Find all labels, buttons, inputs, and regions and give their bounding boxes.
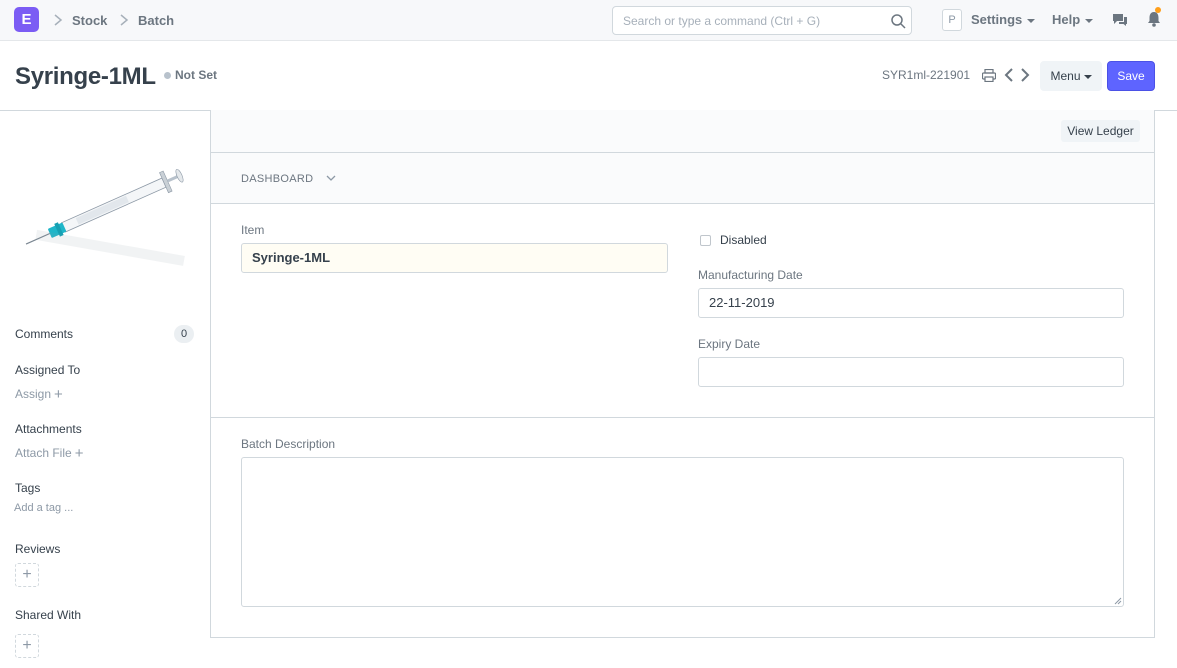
caret-down-icon — [1027, 18, 1036, 23]
expiry-date-label: Expiry Date — [698, 337, 761, 351]
plus-icon: + — [22, 566, 32, 583]
expiry-date-field[interactable] — [698, 357, 1124, 387]
item-field-label: Item — [241, 223, 265, 237]
disabled-checkbox[interactable] — [700, 235, 711, 246]
page-title: Syringe-1ML — [15, 63, 156, 90]
help-label: Help — [1052, 12, 1081, 27]
plus-icon: + — [22, 637, 32, 654]
chevron-down-icon — [326, 175, 336, 181]
form-layout: View Ledger DASHBOARD Item Syringe-1ML D… — [210, 110, 1155, 638]
form-dashboard-header: View Ledger — [211, 110, 1154, 153]
attach-file-label: Attach File — [15, 446, 72, 460]
assign-link[interactable]: Assign + — [15, 386, 63, 403]
notification-dot — [1155, 7, 1161, 13]
menu-label: Menu — [1050, 69, 1081, 83]
dashboard-section-toggle[interactable]: DASHBOARD — [211, 153, 1154, 204]
search-placeholder: Search or type a command (Ctrl + G) — [623, 14, 821, 28]
plus-icon: + — [54, 386, 63, 403]
search-input[interactable]: Search or type a command (Ctrl + G) — [612, 6, 912, 35]
manufacturing-date-field[interactable]: 22-11-2019 — [698, 288, 1124, 318]
search-icon — [891, 14, 906, 29]
dashboard-label: DASHBOARD — [241, 173, 314, 185]
chevron-right-icon — [120, 14, 129, 26]
print-icon[interactable] — [982, 69, 996, 82]
caret-down-icon — [1083, 74, 1092, 79]
comments-count-badge: 0 — [174, 325, 194, 343]
chevron-right-icon — [54, 14, 63, 26]
avatar[interactable]: P — [942, 9, 962, 31]
settings-label: Settings — [971, 12, 1023, 27]
chevron-left-icon[interactable] — [1003, 68, 1015, 82]
disabled-label: Disabled — [720, 233, 767, 247]
view-ledger-button[interactable]: View Ledger — [1061, 120, 1140, 142]
status-indicator-dot — [164, 72, 171, 79]
attachments-label: Attachments — [15, 422, 82, 436]
add-tag-link[interactable]: Add a tag ... — [14, 502, 73, 514]
page-head: Syringe-1ML Not Set SYR1ml-221901 Menu S… — [0, 41, 1177, 111]
document-name: SYR1ml-221901 — [882, 68, 971, 82]
section-divider — [211, 417, 1154, 418]
assign-link-label: Assign — [15, 387, 52, 401]
shared-with-label: Shared With — [15, 608, 82, 622]
comments-label: Comments — [15, 327, 74, 341]
item-image[interactable] — [15, 160, 197, 272]
plus-icon: + — [74, 445, 84, 462]
save-button[interactable]: Save — [1107, 61, 1155, 91]
reviews-label: Reviews — [15, 542, 61, 556]
status-badge: Not Set — [175, 68, 217, 82]
chevron-right-icon[interactable] — [1019, 68, 1031, 82]
breadcrumb-batch[interactable]: Batch — [138, 13, 174, 28]
item-field[interactable]: Syringe-1ML — [241, 243, 668, 273]
breadcrumb-stock[interactable]: Stock — [72, 13, 107, 28]
add-share-button[interactable]: + — [15, 634, 39, 658]
settings-dropdown[interactable]: Settings — [971, 12, 1036, 27]
batch-description-textarea[interactable] — [241, 457, 1124, 607]
assigned-to-label: Assigned To — [15, 363, 81, 377]
resize-handle-icon[interactable] — [1114, 597, 1122, 605]
caret-down-icon — [1085, 18, 1094, 23]
attach-file-link[interactable]: Attach File + — [15, 445, 83, 462]
help-dropdown[interactable]: Help — [1052, 12, 1094, 27]
manufacturing-date-label: Manufacturing Date — [698, 268, 803, 282]
navbar: E Stock Batch Search or type a command (… — [0, 0, 1177, 41]
chat-icon[interactable] — [1112, 12, 1128, 28]
menu-button[interactable]: Menu — [1040, 61, 1102, 91]
bell-icon[interactable] — [1146, 10, 1162, 28]
app-logo[interactable]: E — [14, 7, 39, 32]
batch-description-label: Batch Description — [241, 437, 336, 451]
add-review-button[interactable]: + — [15, 563, 39, 587]
tags-label: Tags — [15, 481, 41, 495]
